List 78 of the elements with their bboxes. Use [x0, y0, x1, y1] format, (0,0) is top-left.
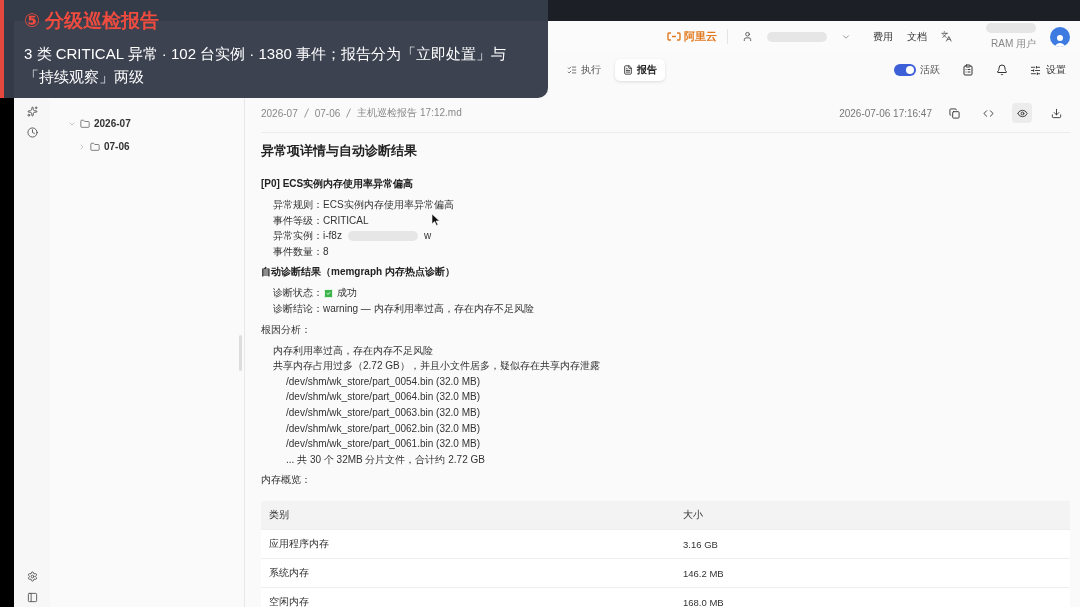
table-cell-text: 系统内存 — [268, 566, 310, 580]
tree-item[interactable]: 07-06 — [50, 135, 244, 158]
blurred-text — [986, 22, 1036, 33]
folder-icon — [80, 118, 90, 129]
sparkles-icon[interactable] — [26, 106, 38, 117]
toggle-label: 活跃 — [920, 63, 940, 77]
folder-label: 2026-07 — [94, 118, 131, 129]
language-icon[interactable] — [941, 31, 952, 42]
sliders-icon — [1030, 64, 1041, 76]
field-label: 事件数量： — [273, 244, 323, 259]
field-label: 异常规则： — [273, 198, 323, 212]
download-icon — [1050, 107, 1062, 119]
breadcrumb-separator — [303, 108, 309, 118]
history-icon[interactable] — [26, 127, 38, 138]
sidebar-toggle-icon[interactable] — [26, 592, 38, 603]
person-icon — [1053, 32, 1067, 47]
header-link[interactable]: 费用 — [873, 29, 893, 44]
field-value: w — [423, 229, 432, 244]
caption-title: ⑤ 分级巡检报告 — [24, 9, 161, 33]
breadcrumb-item[interactable]: 07-06 — [314, 107, 341, 119]
settings-icon[interactable] — [26, 571, 38, 582]
field-value: ECS实例内存使用率异常偏高 — [323, 198, 454, 212]
file-path: /dev/shm/wk_store/part_0054.bin (32.0 MB) — [285, 374, 481, 389]
breadcrumb-item[interactable]: 2026-07 — [261, 107, 298, 119]
user-icon[interactable] — [742, 31, 753, 42]
field-value: warning — 内存利用率过高，存在内存不足风险 — [323, 301, 534, 316]
section-subheading: [P0] ECS实例内存使用率异常偏高 — [261, 177, 415, 191]
file-path: /dev/shm/wk_store/part_0063.bin (32.0 MB) — [285, 405, 481, 420]
breadcrumb-item[interactable]: 主机巡检报告 17:12.md — [357, 106, 462, 120]
field-label: 诊断结论： — [273, 301, 323, 316]
field-value: 成功 — [337, 286, 357, 301]
file-path: /dev/shm/wk_store/part_0061.bin (32.0 MB) — [285, 437, 481, 452]
file-path: /dev/shm/wk_store/part_0062.bin (32.0 MB) — [285, 421, 481, 436]
document-icon — [623, 65, 633, 75]
section-label: 内存概览： — [261, 473, 312, 488]
field-value: CRITICAL — [323, 213, 369, 228]
bell-icon — [996, 64, 1008, 76]
code-icon — [982, 107, 994, 119]
list-icon — [567, 65, 577, 75]
table-cell-text: 空闲内存 — [268, 595, 310, 607]
file-path: ... 共 30 个 32MB 分片文件，合计约 2.72 GB — [285, 452, 486, 467]
caption-text: 3 类 CRITICAL 异常 · 102 台实例 · 1380 事件；报告分为「立即处置」与「持续观察」两级 — [24, 44, 508, 87]
cursor-icon — [432, 214, 440, 226]
toolbar-tab[interactable]: 报告 — [615, 59, 665, 81]
table-cell-text: 146.2 MB — [682, 567, 725, 579]
table-cell-text: 168.0 MB — [682, 596, 725, 607]
eye-icon — [1016, 107, 1028, 119]
report-heading: 异常项详情与自动诊断结果 — [261, 143, 418, 160]
settings-button[interactable]: 设置 — [1030, 63, 1066, 77]
toolbar-tab[interactable]: 执行 — [559, 59, 609, 81]
folder-label: 07-06 — [104, 141, 130, 152]
field-label: 诊断状态： — [273, 286, 323, 301]
field-value: 8 — [323, 244, 329, 259]
column-header: 大小 — [682, 508, 704, 522]
analysis-line: 内存利用率过高，存在内存不足风险 — [272, 343, 434, 358]
tree-item[interactable]: 2026-07 — [50, 112, 244, 135]
breadcrumb-separator — [346, 108, 352, 118]
table-cell-text: 应用程序内存 — [268, 537, 330, 551]
header-link[interactable]: 文档 — [907, 29, 927, 44]
report-timestamp: 2026-07-06 17:16:47 — [839, 107, 932, 119]
field-value: i-f8z — [323, 229, 342, 244]
file-path: /dev/shm/wk_store/part_0064.bin (32.0 MB) — [285, 390, 481, 405]
section-subheading: 自动诊断结果（memgraph 内存热点诊断） — [261, 265, 456, 280]
status-toggle[interactable] — [894, 64, 916, 76]
column-header: 类别 — [268, 508, 290, 522]
logo-icon — [667, 32, 681, 41]
folder-icon — [90, 141, 100, 152]
field-label: 异常实例： — [273, 229, 323, 244]
preview-button[interactable] — [1012, 103, 1032, 123]
clipboard-icon — [962, 64, 974, 76]
chevron-right-icon — [78, 142, 86, 151]
table-cell-text: 3.16 GB — [682, 538, 719, 550]
account-role: RAM 用户 — [991, 36, 1036, 51]
analysis-line: 共享内存占用过多（2.72 GB），并且小文件居多，疑似存在共享内存泄露 — [272, 359, 601, 374]
avatar[interactable] — [1050, 26, 1070, 47]
field-label: 事件等级： — [273, 213, 323, 228]
section-label: 根因分析： — [261, 322, 312, 337]
copy-icon — [948, 107, 960, 119]
